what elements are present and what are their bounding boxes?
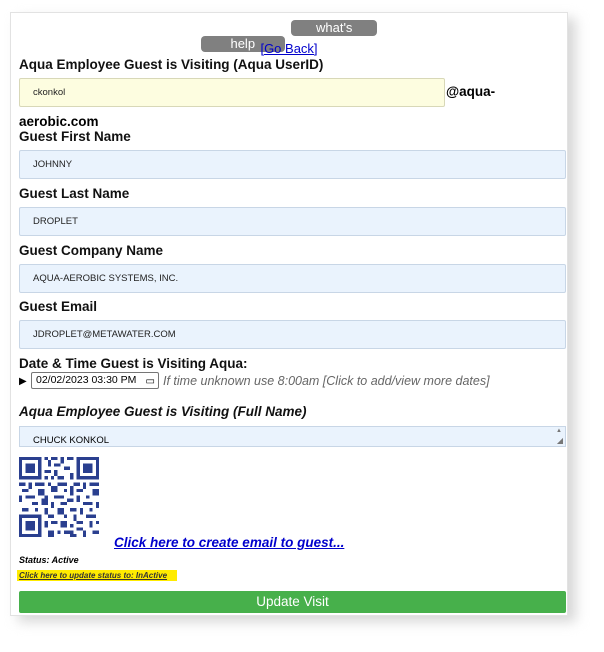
update-status-link[interactable]: Click here to update status to: InActive: [17, 570, 178, 581]
first-name-label: Guest First Name: [19, 129, 131, 144]
last-name-label: Guest Last Name: [19, 186, 130, 201]
status-text: Status: Active: [19, 555, 79, 565]
employee-fullname-input[interactable]: CHUCK KONKOL ▲ ◢: [19, 426, 566, 447]
company-label: Guest Company Name: [19, 243, 164, 258]
visit-date-input[interactable]: 02/02/2023 03:30 PM ▭: [31, 372, 159, 389]
last-name-input[interactable]: DROPLET: [19, 207, 566, 236]
email-domain-suffix: @aqua-: [446, 84, 496, 99]
first-name-input[interactable]: JOHNNY: [19, 150, 566, 179]
employee-userid-input[interactable]: ckonkol: [19, 78, 445, 107]
qr-code-icon: [19, 457, 99, 537]
go-back-link[interactable]: [Go Back]: [260, 41, 317, 56]
email-label: Guest Email: [19, 299, 98, 314]
whats-new-button[interactable]: what's new?: [291, 20, 378, 51]
visit-date-label: Date & Time Guest is Visiting Aqua:: [19, 356, 248, 371]
scroll-up-icon[interactable]: ▲: [556, 427, 562, 435]
email-domain-suffix-continued: aerobic.com: [19, 114, 99, 129]
resize-grip-icon[interactable]: ◢: [557, 436, 563, 446]
update-visit-button[interactable]: Update Visit: [19, 591, 566, 613]
create-email-link[interactable]: Click here to create email to guest...: [114, 535, 344, 550]
triangle-right-icon[interactable]: ▶: [19, 376, 31, 387]
employee-fullname-label: Aqua Employee Guest is Visiting (Full Na…: [19, 404, 307, 419]
company-input[interactable]: AQUA-AEROBIC SYSTEMS, INC.: [19, 264, 566, 293]
employee-fullname-value: CHUCK KONKOL: [33, 435, 110, 446]
visit-date-hint[interactable]: If time unknown use 8:00am [Click to add…: [163, 374, 490, 388]
form-panel: help what's new? [Go Back] Aqua Employee…: [10, 12, 568, 616]
employee-userid-label: Aqua Employee Guest is Visiting (Aqua Us…: [19, 57, 324, 72]
visit-date-row: ▶ 02/02/2023 03:30 PM ▭ If time unknown use…: [19, 372, 490, 389]
email-input[interactable]: JDROPLET@METAWATER.COM: [19, 320, 566, 349]
visit-date-value: 02/02/2023 03:30 PM: [36, 374, 137, 386]
calendar-icon[interactable]: ▭: [146, 374, 155, 389]
go-back-row: [Go Back]: [11, 41, 567, 56]
